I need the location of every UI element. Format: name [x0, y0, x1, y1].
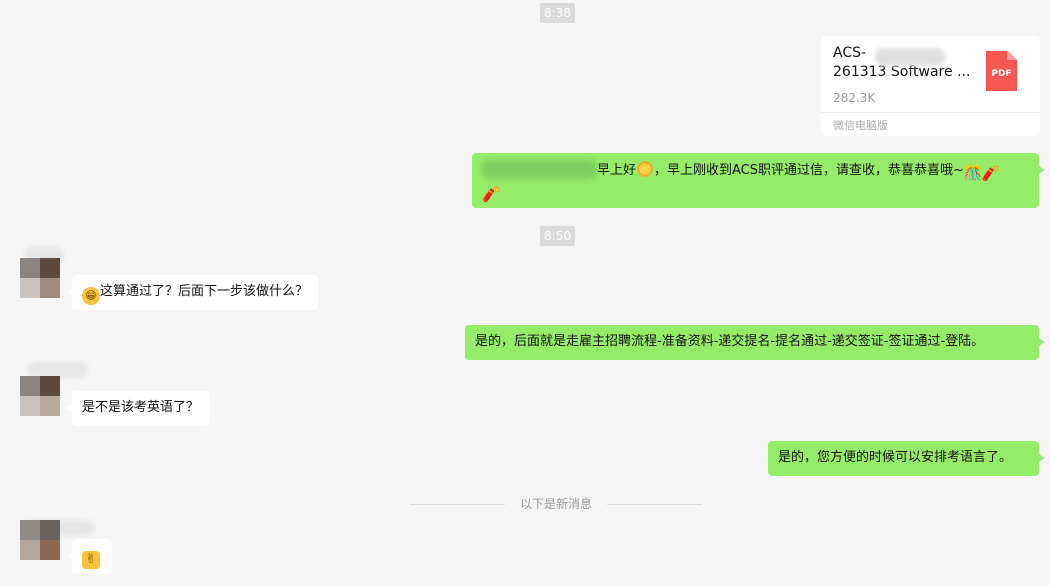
pdf-icon-fold	[1007, 51, 1017, 60]
outgoing-message-bubble[interactable]: 早上好 ，早上刚收到ACS职评通过信，请查收，恭喜恭喜哦~🎊🧨 🧨	[472, 153, 1044, 208]
file-size: 282.3K	[833, 91, 876, 105]
new-messages-divider: 以下是新消息	[410, 494, 702, 514]
message-timestamp: 8:38	[540, 3, 575, 23]
message-text: ，早上刚收到ACS职评通过信，请查收，恭喜恭喜哦~	[654, 163, 964, 178]
redacted-filename-blur	[875, 48, 945, 66]
contact-avatar[interactable]	[20, 376, 60, 416]
pdf-file-icon: PDF	[986, 51, 1017, 91]
incoming-message-bubble[interactable]: 😁 这算通过了？后面下一步该做什么？	[66, 275, 319, 310]
message-text: 是不是该考英语了？	[82, 400, 200, 415]
outgoing-message-bubble[interactable]: 是的，您方便的时候可以安排考语言了。	[768, 441, 1044, 476]
victory-hand-emoji: ✌	[82, 551, 100, 569]
file-card-divider	[821, 112, 1040, 113]
firecracker-emoji: 🎊	[963, 164, 983, 182]
pdf-type-label: PDF	[991, 69, 1012, 79]
contact-avatar[interactable]	[20, 520, 60, 560]
file-source-label: 微信电脑版	[833, 119, 888, 132]
incoming-message-bubble[interactable]: ✌	[67, 539, 112, 574]
firecracker-emoji: 🧨	[981, 164, 1001, 182]
divider-line	[607, 504, 702, 505]
contact-avatar[interactable]	[20, 258, 60, 298]
chat-message-area: 8:38 ACS- 261313 Software ... 282.3K PDF…	[0, 0, 1050, 586]
sun-emoji	[636, 160, 655, 178]
file-name-line1: ACS-	[833, 45, 867, 61]
message-timestamp: 8:50	[540, 226, 575, 246]
incoming-message-bubble[interactable]: 是不是该考英语了？	[66, 391, 210, 426]
message-text: 是的，您方便的时候可以安排考语言了。	[778, 450, 1013, 465]
grin-emoji: 😁	[82, 287, 100, 305]
file-message-card[interactable]: ACS- 261313 Software ... 282.3K PDF 微信电脑…	[821, 36, 1040, 136]
file-name: ACS- 261313 Software ...	[833, 44, 973, 82]
message-text: 早上好	[597, 163, 637, 178]
outgoing-message-bubble[interactable]: 是的，后面就是走雇主招聘流程-准备资料-递交提名-提名通过-递交签证-签证通过-…	[465, 325, 1044, 360]
message-text: 是的，后面就是走雇主招聘流程-准备资料-递交提名-提名通过-递交签证-签证通过-…	[475, 334, 985, 349]
message-text: 这算通过了？后面下一步该做什么？	[100, 284, 309, 299]
redacted-name-blur	[482, 159, 597, 179]
firecracker-emoji: 🧨	[482, 185, 501, 203]
